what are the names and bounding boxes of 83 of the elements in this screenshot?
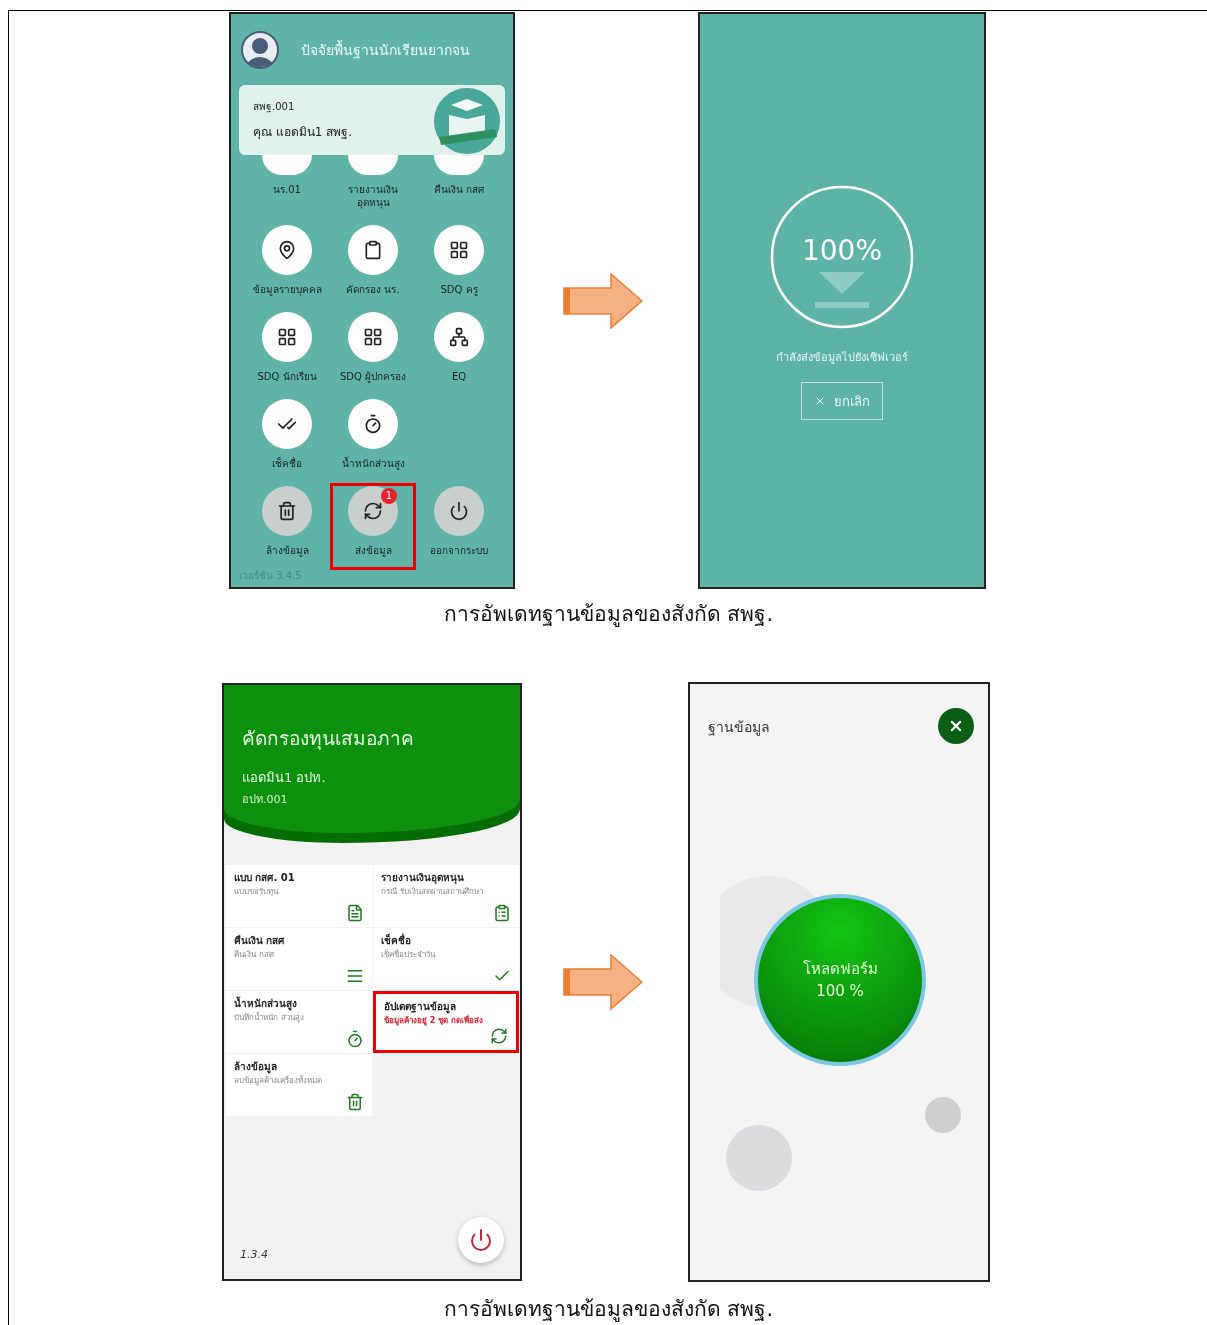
avatar-icon bbox=[241, 30, 279, 69]
tile-subtitle: แบบขอรับทุน bbox=[234, 887, 280, 897]
tile-title: คืนเงิน กสศ bbox=[234, 934, 286, 948]
menu-button[interactable] bbox=[348, 399, 398, 449]
menu-button[interactable] bbox=[262, 312, 312, 362]
menu-label: SDQ ครู bbox=[439, 283, 479, 296]
notification-badge: 1 bbox=[381, 488, 397, 504]
status-text: โหลดฟอร์ม bbox=[802, 959, 878, 980]
tile-subtitle: เช็คชื่อประจำวัน bbox=[381, 950, 437, 960]
action-label: ออกจากระบบ bbox=[429, 544, 489, 557]
grid-icon bbox=[277, 327, 297, 347]
version-text: 1.3.4 bbox=[240, 1248, 268, 1261]
clipboard-icon bbox=[363, 240, 383, 260]
action-button[interactable] bbox=[262, 486, 312, 536]
map-pin-icon bbox=[277, 240, 297, 260]
tile-title: ล้างข้อมูล bbox=[234, 1060, 277, 1074]
right-arrow-icon bbox=[563, 272, 643, 329]
user-code: อปท.001 bbox=[242, 792, 289, 808]
menu-tile[interactable]: คืนเงิน กสศ คืนเงิน กสศ bbox=[226, 928, 372, 990]
menu-tile[interactable]: ล้างข้อมูล ลบข้อมูลค้างเครื่องทั้งหมด bbox=[226, 1054, 372, 1116]
trash-icon bbox=[346, 1093, 364, 1111]
status-text: กำลังส่งข้อมูลไปยังเซิฟเวอร์ bbox=[776, 350, 908, 366]
sync-icon bbox=[363, 501, 383, 521]
sync-icon bbox=[490, 1027, 508, 1045]
right-arrow-icon bbox=[563, 954, 643, 1010]
menu-label: EQ bbox=[450, 370, 468, 383]
menu-tile[interactable]: น้ำหนักส่วนสูง บันทึกน้ำหนัก ส่วนสูง bbox=[226, 991, 372, 1053]
menu-label: คืนเงิน กสศ bbox=[432, 183, 486, 196]
close-icon bbox=[814, 395, 826, 407]
figure-caption: การอัพเดทฐานข้อมูลของสังกัด สพฐ. bbox=[442, 601, 775, 629]
menu-tile[interactable]: แบบ กสศ. 01 แบบขอรับทุน bbox=[226, 865, 372, 927]
stopwatch-icon bbox=[346, 1030, 364, 1048]
menu-label: ข้อมูลรายบุคคล bbox=[251, 283, 323, 296]
close-button[interactable] bbox=[938, 708, 974, 744]
menu-label: คัดกรอง นร. bbox=[345, 283, 401, 296]
progress-percent: 100% bbox=[800, 234, 884, 267]
menu-label: เช็คชื่อ bbox=[271, 457, 303, 470]
app-title: คัดกรองทุนเสมอภาค bbox=[242, 726, 415, 752]
power-icon bbox=[449, 501, 469, 521]
tile-subtitle: บันทึกน้ำหนัก ส่วนสูง bbox=[234, 1013, 305, 1023]
menu-label: รายงานเงินอุดหนุน bbox=[347, 183, 399, 209]
progress-percent: 100 % bbox=[816, 981, 864, 1002]
action-label: ส่งข้อมูล bbox=[353, 544, 393, 557]
menu-button[interactable] bbox=[348, 225, 398, 275]
power-icon bbox=[469, 1228, 493, 1252]
power-button[interactable] bbox=[458, 1217, 504, 1263]
menu-tile[interactable]: เช็คชื่อ เช็คชื่อประจำวัน bbox=[373, 928, 519, 990]
tile-subtitle: ข้อมูลค้างอยู่ 2 ชุด กดเพื่อส่ง bbox=[384, 1016, 484, 1026]
stopwatch-icon bbox=[363, 414, 383, 434]
grid-icon bbox=[449, 240, 469, 260]
menu-button[interactable] bbox=[434, 225, 484, 275]
menu-button[interactable] bbox=[348, 312, 398, 362]
menu-label: SDQ นักเรียน bbox=[256, 370, 318, 383]
tile-subtitle: คืนเงิน กสศ bbox=[234, 950, 275, 960]
app-title: ปัจจัยพื้นฐานนักเรียนยากจน bbox=[301, 39, 470, 61]
close-icon bbox=[948, 718, 964, 734]
menu-button[interactable] bbox=[262, 225, 312, 275]
user-name: แอดมิน1 อปท. bbox=[242, 769, 327, 787]
screen-title: ฐานข้อมูล bbox=[708, 718, 770, 738]
action-button[interactable] bbox=[348, 486, 398, 536]
network-icon bbox=[449, 327, 469, 347]
menu-tile[interactable]: รายงานเงินอุดหนุน กรณี รับเงินสดผ่านสถานศึกษา bbox=[373, 865, 519, 927]
tile-title: อัปเดตฐานข้อมูล bbox=[384, 1000, 457, 1014]
menu-label: น้ำหนักส่วนสูง bbox=[340, 457, 406, 470]
tile-title: แบบ กสศ. 01 bbox=[234, 871, 296, 885]
tile-title: เช็คชื่อ bbox=[381, 933, 412, 948]
trash-icon bbox=[277, 501, 297, 521]
account-code: สพฐ.001 bbox=[253, 100, 296, 114]
menu-button[interactable] bbox=[434, 312, 484, 362]
document-icon bbox=[346, 904, 364, 922]
menu-label: SDQ ผู้ปกครอง bbox=[338, 370, 408, 383]
menu-tile[interactable]: อัปเดตฐานข้อมูล ข้อมูลค้างอยู่ 2 ชุด กดเพื่อส่ง bbox=[373, 991, 519, 1053]
list-icon bbox=[346, 967, 364, 985]
account-name: คุณ แอดมิน1 สพฐ. bbox=[253, 124, 354, 141]
figure-caption: การอัพเดทฐานข้อมูลของสังกัด สพฐ. bbox=[442, 1296, 775, 1324]
clipboard-icon bbox=[493, 904, 511, 922]
tile-subtitle: กรณี รับเงินสดผ่านสถานศึกษา bbox=[381, 887, 484, 897]
grid-icon bbox=[363, 327, 383, 347]
menu-label: นร.01 bbox=[272, 183, 302, 196]
action-label: ล้างข้อมูล bbox=[264, 544, 310, 557]
action-button[interactable] bbox=[434, 486, 484, 536]
tile-title: น้ำหนักส่วนสูง bbox=[234, 996, 298, 1011]
tile-title: รายงานเงินอุดหนุน bbox=[381, 871, 465, 885]
